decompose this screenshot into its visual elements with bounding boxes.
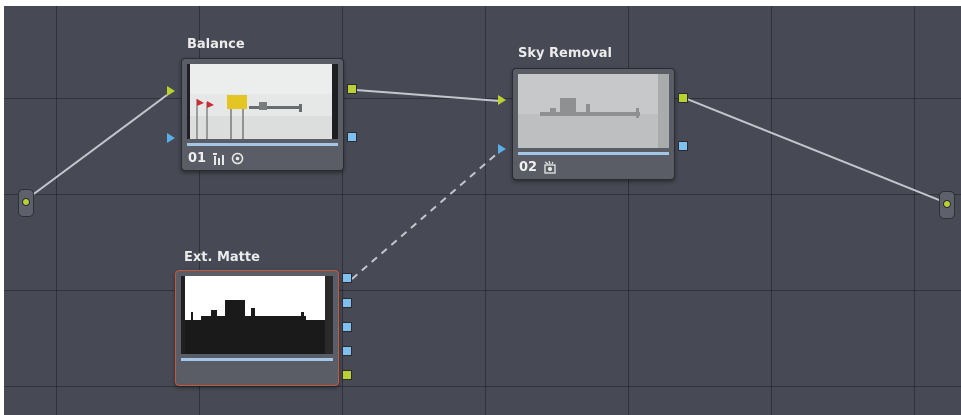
- thumbnail-image: [518, 74, 669, 148]
- sky-removal-key-output-port[interactable]: [678, 141, 688, 151]
- thumbnail-image: [190, 64, 332, 139]
- node-label-balance: Balance: [187, 37, 245, 52]
- output-input-dot[interactable]: [943, 200, 951, 208]
- node-thumbnail: [518, 74, 669, 148]
- node-number: 01: [188, 150, 207, 166]
- node-sky-removal[interactable]: 02: [512, 68, 675, 180]
- connection-wires: [26, 89, 945, 280]
- key-icon: [543, 160, 556, 174]
- node-footer: 02: [519, 159, 668, 175]
- ext-matte-output-port-4[interactable]: [342, 346, 352, 356]
- source-output-dot[interactable]: [22, 198, 30, 206]
- ext-matte-rgb-output-port[interactable]: [342, 370, 352, 380]
- node-editor-canvas[interactable]: Balance 01 Sky Removal 02 Ext. Matte: [4, 6, 961, 415]
- balance-key-input-port[interactable]: [167, 133, 175, 143]
- ext-matte-output-port-1[interactable]: [342, 273, 352, 283]
- wire-sky-removal-to-output: [686, 98, 945, 203]
- node-progress-bar: [181, 358, 333, 361]
- circle-dot-icon: [231, 152, 244, 165]
- thumbnail-image: [185, 276, 333, 354]
- balance-rgb-input-port[interactable]: [167, 86, 175, 96]
- node-thumbnail: [181, 276, 333, 354]
- output-endpoint[interactable]: [939, 191, 955, 219]
- sky-removal-key-input-port[interactable]: [498, 144, 506, 154]
- node-label-ext-matte: Ext. Matte: [184, 250, 260, 265]
- node-balance[interactable]: 01: [181, 58, 344, 171]
- node-footer: 01: [188, 150, 337, 166]
- sky-removal-rgb-output-port[interactable]: [678, 93, 688, 103]
- node-progress-bar: [518, 152, 669, 155]
- balance-rgb-output-port[interactable]: [347, 84, 357, 94]
- node-number: 02: [519, 159, 538, 175]
- ext-matte-output-port-3[interactable]: [342, 322, 352, 332]
- sky-removal-rgb-input-port[interactable]: [498, 95, 506, 105]
- node-thumbnail: [187, 64, 338, 139]
- ext-matte-output-port-2[interactable]: [342, 298, 352, 308]
- rgb-mixer-icon: [212, 152, 225, 165]
- source-input-endpoint[interactable]: [18, 189, 34, 217]
- node-ext-matte[interactable]: [175, 270, 339, 386]
- balance-key-output-port[interactable]: [347, 132, 357, 142]
- node-label-sky-removal: Sky Removal: [518, 46, 613, 61]
- wire-balance-to-sky-removal: [355, 89, 501, 102]
- node-progress-bar: [187, 143, 338, 146]
- wire-source-to-balance: [26, 94, 168, 200]
- wire-ext-matte-to-sky-removal: [351, 150, 501, 280]
